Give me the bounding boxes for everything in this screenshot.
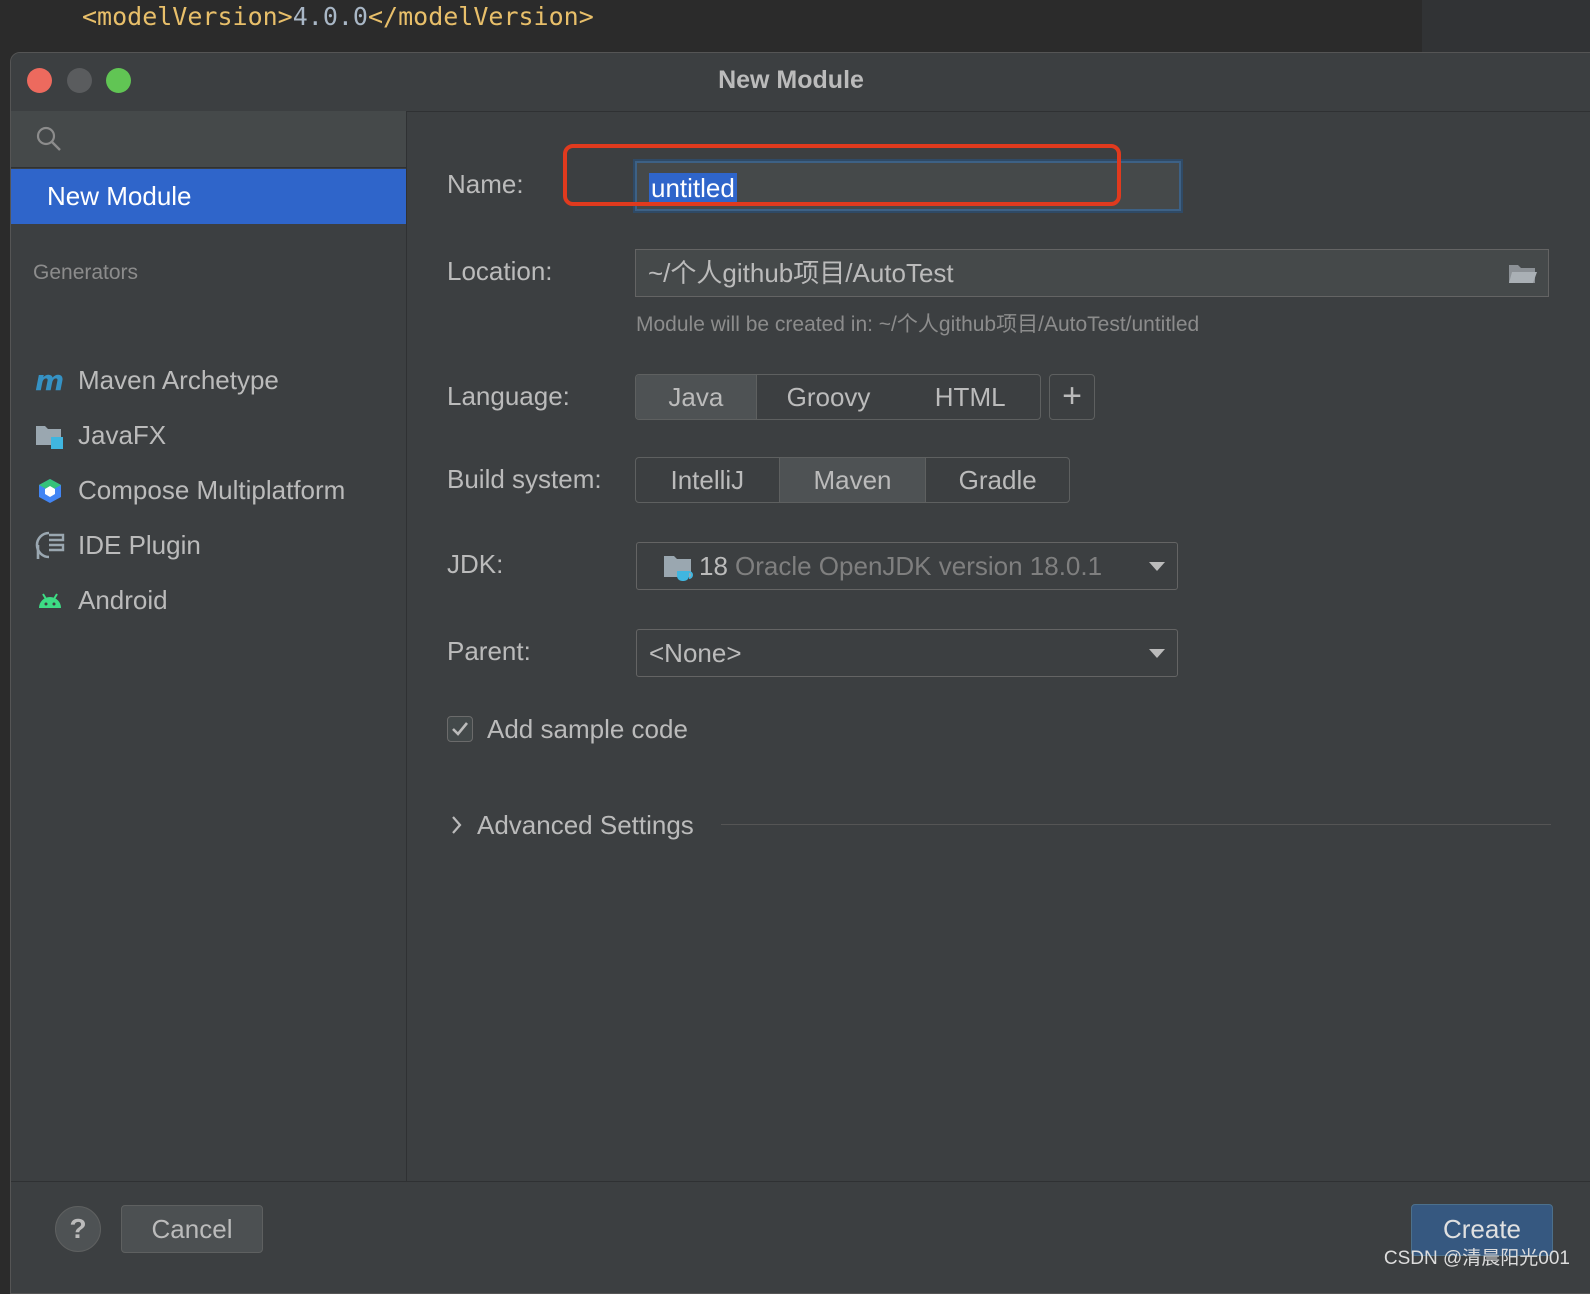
parent-value: <None> bbox=[649, 638, 742, 668]
form-panel: Name: untitled Location: ~/个人github项目/Au… bbox=[407, 111, 1590, 1181]
jdk-version: 18 bbox=[699, 551, 728, 581]
build-system-label: Build system: bbox=[447, 464, 602, 494]
add-language-button[interactable]: + bbox=[1049, 374, 1095, 420]
build-option-intellij[interactable]: IntelliJ bbox=[636, 458, 779, 502]
watermark: CSDN @清晨阳光001 bbox=[1383, 1248, 1570, 1269]
dialog-footer: ? Cancel Create bbox=[11, 1181, 1590, 1293]
add-sample-code-label: Add sample code bbox=[487, 714, 688, 744]
plugin-icon bbox=[35, 531, 65, 559]
location-label: Location: bbox=[447, 256, 553, 286]
search-icon bbox=[36, 126, 61, 151]
sidebar-item-label: New Module bbox=[47, 181, 192, 211]
checkmark-icon bbox=[452, 722, 469, 736]
editor-gutter bbox=[1422, 0, 1590, 60]
sidebar-item-label: Android bbox=[78, 585, 168, 615]
title-bar: New Module bbox=[11, 53, 1590, 112]
highlight-annotation bbox=[563, 144, 1121, 206]
location-hint: Module will be created in: ~/个人github项目/… bbox=[636, 313, 1200, 336]
dialog-title: New Module bbox=[718, 66, 864, 94]
sidebar-item-android[interactable]: Android bbox=[11, 576, 406, 624]
sidebar-item-label: JavaFX bbox=[78, 420, 167, 450]
language-option-groovy[interactable]: Groovy bbox=[755, 375, 901, 419]
jdk-dropdown[interactable]: 18 Oracle OpenJDK version 18.0.1 bbox=[636, 542, 1178, 590]
advanced-divider bbox=[721, 824, 1551, 825]
sidebar-search[interactable] bbox=[11, 111, 406, 168]
parent-label: Parent: bbox=[447, 636, 531, 666]
name-label: Name: bbox=[447, 169, 524, 199]
language-selector: Java Groovy HTML bbox=[635, 374, 1041, 420]
code-value: 4.0.0 bbox=[292, 2, 368, 31]
build-system-selector: IntelliJ Maven Gradle bbox=[635, 457, 1070, 503]
chevron-right-icon bbox=[452, 816, 462, 834]
sidebar-item-maven-archetype[interactable]: m Maven Archetype bbox=[11, 356, 406, 404]
sidebar-item-label: Maven Archetype bbox=[78, 365, 279, 395]
new-module-dialog: New Module New Module Generators m Maven… bbox=[10, 52, 1590, 1294]
build-option-maven[interactable]: Maven bbox=[778, 458, 926, 502]
chevron-down-icon bbox=[1149, 562, 1165, 571]
code-tag-close: </modelVersion> bbox=[367, 2, 594, 31]
maven-icon: m bbox=[35, 366, 64, 396]
sidebar-item-javafx[interactable]: JavaFX bbox=[11, 411, 406, 459]
code-tag-open: <modelVersion> bbox=[82, 2, 293, 31]
sidebar-item-new-module[interactable]: New Module bbox=[11, 169, 406, 224]
jdk-label: JDK: bbox=[447, 549, 504, 579]
help-button[interactable]: ? bbox=[55, 1206, 101, 1252]
cancel-button[interactable]: Cancel bbox=[121, 1205, 263, 1253]
android-icon bbox=[39, 593, 61, 608]
advanced-settings-label: Advanced Settings bbox=[477, 810, 694, 840]
sidebar-item-compose-multiplatform[interactable]: Compose Multiplatform bbox=[11, 466, 406, 514]
generators-header: Generators bbox=[33, 261, 139, 284]
code-line: <modelVersion>4.0.0</modelVersion> bbox=[82, 0, 594, 34]
sidebar: New Module Generators m Maven Archetype … bbox=[11, 111, 407, 1181]
jdk-name: Oracle OpenJDK version 18.0.1 bbox=[735, 551, 1103, 581]
language-option-html[interactable]: HTML bbox=[900, 375, 1040, 419]
browse-folder-icon[interactable] bbox=[1508, 262, 1538, 286]
compose-icon bbox=[39, 479, 61, 503]
parent-dropdown[interactable]: <None> bbox=[636, 629, 1178, 677]
sidebar-item-ide-plugin[interactable]: IDE Plugin bbox=[11, 521, 406, 569]
language-option-java[interactable]: Java bbox=[636, 375, 756, 419]
location-input-value: ~/个人github项目/AutoTest bbox=[648, 258, 954, 288]
jdk-folder-icon bbox=[664, 556, 693, 581]
language-label: Language: bbox=[447, 381, 570, 411]
sidebar-item-label: IDE Plugin bbox=[78, 530, 201, 560]
location-input[interactable]: ~/个人github项目/AutoTest bbox=[635, 249, 1549, 297]
build-option-gradle[interactable]: Gradle bbox=[925, 458, 1069, 502]
chevron-down-icon bbox=[1149, 649, 1165, 658]
sidebar-item-label: Compose Multiplatform bbox=[78, 475, 346, 505]
svg-text:m: m bbox=[35, 366, 64, 396]
add-sample-code-checkbox[interactable] bbox=[447, 716, 473, 742]
javafx-icon bbox=[36, 426, 63, 449]
